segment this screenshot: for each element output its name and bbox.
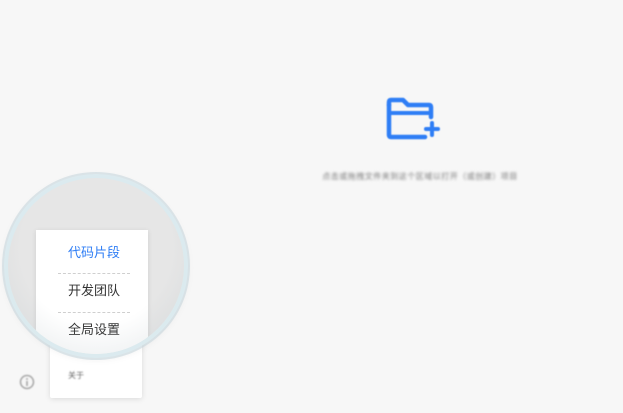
drop-hint-text: 点击或拖拽文件夹到这个区域以打开（或创建）项目 <box>322 172 518 181</box>
menu-item-about[interactable]: 关于 <box>68 370 84 381</box>
info-icon[interactable] <box>19 374 35 390</box>
menu-item-snippets[interactable]: 代码片段 <box>58 237 130 271</box>
folder-plus-icon <box>386 97 440 140</box>
menu-panel: 代码片段 开发团队 全局设置 <box>36 230 148 354</box>
magnifier-lens: 代码片段 开发团队 全局设置 <box>8 178 184 354</box>
menu-divider <box>58 273 130 274</box>
menu-item-global-settings[interactable]: 全局设置 <box>58 314 130 348</box>
menu-divider <box>58 312 130 313</box>
menu-item-dev-team[interactable]: 开发团队 <box>58 275 130 309</box>
app-window: 点击或拖拽文件夹到这个区域以打开（或创建）项目 关于 代码片段 开发团队 全局设… <box>0 0 623 413</box>
